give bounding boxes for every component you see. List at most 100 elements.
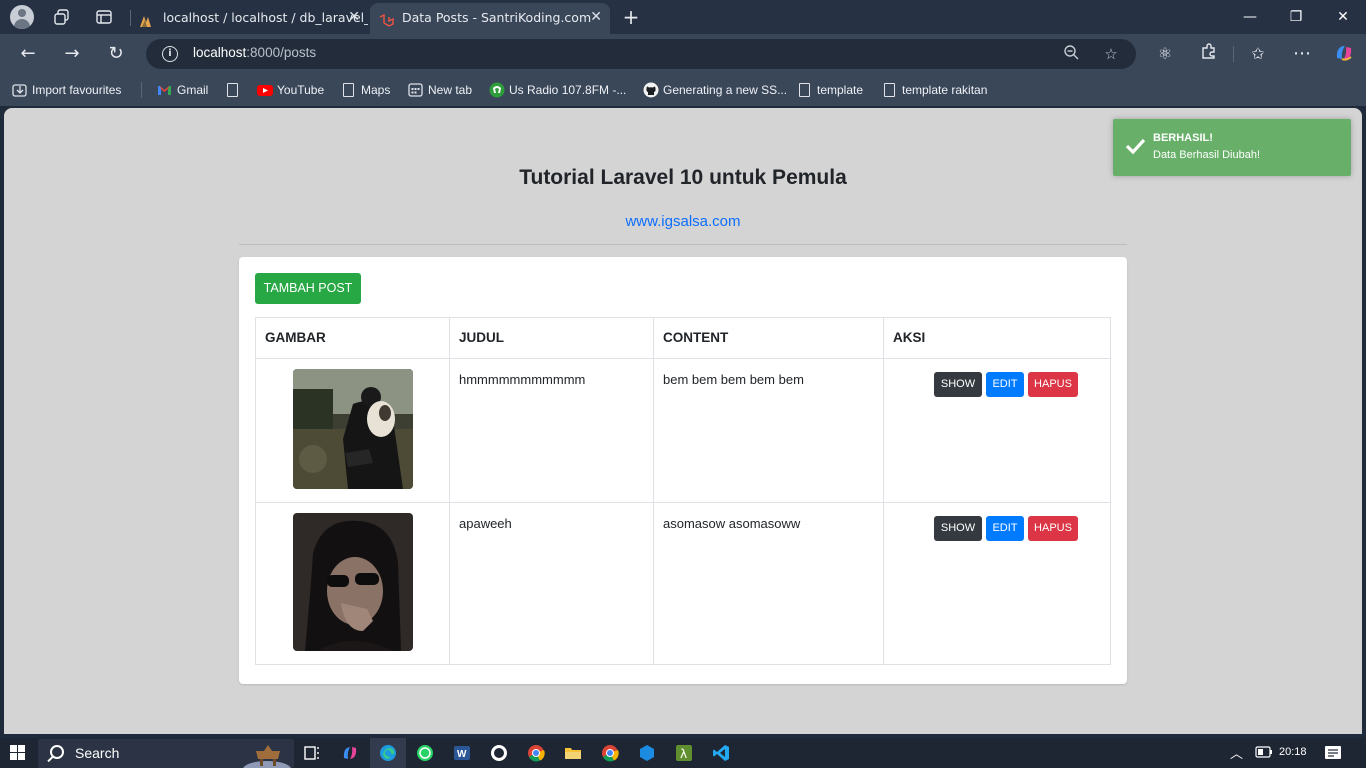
task-view-icon[interactable] — [303, 744, 321, 762]
page-icon — [884, 83, 895, 97]
judul-cell: hmmmmmmmmmmm — [449, 358, 654, 503]
notifications-icon[interactable] — [1324, 744, 1342, 765]
newtab-icon — [408, 82, 423, 98]
table-header-row: GAMBAR JUDUL CONTENT AKSI — [255, 317, 1111, 359]
github-desktop-icon[interactable] — [490, 744, 508, 762]
column-header-content: CONTENT — [653, 317, 884, 359]
page-icon — [343, 83, 354, 97]
table-row: hmmmmmmmmmmm bem bem bem bem bem SHOW ED… — [255, 358, 1111, 503]
search-icon — [50, 745, 64, 759]
column-header-judul: JUDUL — [449, 317, 654, 359]
url-text[interactable]: localhost:8000/posts — [193, 45, 316, 60]
youtube-icon — [257, 82, 273, 98]
content-cell: asomasow asomasoww — [653, 502, 884, 665]
windows-taskbar: Search W λ ︿ 20:18 — [0, 738, 1366, 768]
refresh-icon[interactable]: ↻ — [104, 42, 128, 66]
forward-icon[interactable]: → — [60, 42, 84, 66]
extension-atom-icon[interactable]: ⚛ — [1153, 42, 1177, 66]
workspaces-icon[interactable] — [53, 8, 71, 26]
vscode-icon[interactable] — [712, 744, 730, 762]
zoom-icon[interactable] — [1061, 44, 1081, 64]
table-row: apaweeh asomasow asomasoww SHOW EDIT HAP… — [255, 502, 1111, 665]
more-menu-icon[interactable]: ⋯ — [1290, 42, 1314, 66]
toast-message: Data Berhasil Diubah! — [1153, 149, 1261, 161]
favorites-icon[interactable]: ✩ — [1246, 42, 1270, 66]
delete-button[interactable]: HAPUS — [1028, 516, 1078, 541]
address-bar[interactable]: i localhost:8000/posts ☆ — [146, 39, 1136, 69]
image-cell — [255, 358, 450, 503]
tray-chevron-icon[interactable]: ︿ — [1230, 743, 1243, 762]
back-icon[interactable]: ← — [16, 42, 40, 66]
checkmark-icon — [1124, 135, 1146, 157]
radio-icon — [489, 82, 505, 98]
battery-icon[interactable] — [1255, 746, 1273, 761]
extensions-icon[interactable] — [1197, 42, 1221, 66]
close-tab-icon[interactable]: ✕ — [348, 3, 360, 32]
bookmark-new-tab[interactable]: New tab — [408, 82, 472, 98]
bookmark-import-favourites[interactable]: Import favourites — [12, 82, 121, 98]
new-tab-icon[interactable]: + — [622, 7, 640, 27]
column-header-aksi: AKSI — [883, 317, 1111, 359]
page-viewport: Tutorial Laravel 10 untuk Pemula www.igs… — [4, 108, 1362, 734]
browser-toolbar: ← → ↻ i localhost:8000/posts ☆ ⚛ ✩ ⋯ — [0, 34, 1366, 74]
add-post-button[interactable]: TAMBAH POST — [255, 273, 361, 304]
action-buttons: SHOW EDIT HAPUS — [893, 516, 1101, 542]
divider — [239, 244, 1127, 245]
taskbar-search[interactable]: Search — [38, 739, 294, 768]
bookmark-template[interactable]: template — [797, 82, 863, 98]
toolbar-separator — [1233, 46, 1234, 62]
tab-title: Data Posts - SantriKoding.com — [402, 10, 592, 25]
clock-time[interactable]: 20:18 — [1279, 746, 1307, 758]
delete-button[interactable]: HAPUS — [1028, 372, 1078, 397]
whatsapp-icon[interactable] — [416, 744, 434, 762]
page-icon — [799, 83, 810, 97]
github-icon — [643, 82, 659, 98]
search-label: Search — [75, 745, 120, 761]
lambda-app-icon[interactable]: λ — [675, 744, 693, 762]
show-button[interactable]: SHOW — [934, 372, 982, 397]
edge-icon[interactable] — [379, 744, 397, 762]
bookmark-separator — [141, 82, 142, 98]
profile-avatar[interactable] — [10, 5, 34, 29]
edit-button[interactable]: EDIT — [986, 516, 1024, 541]
restore-icon[interactable]: ❐ — [1273, 0, 1319, 34]
search-highlight-icon — [242, 739, 292, 768]
tab-data-posts[interactable]: Data Posts - SantriKoding.com ✕ — [370, 3, 610, 34]
image-cell — [255, 502, 450, 665]
svg-text:W: W — [457, 749, 467, 760]
close-window-icon[interactable]: ✕ — [1320, 0, 1366, 34]
bookmark-page[interactable] — [225, 82, 239, 98]
actions-cell: SHOW EDIT HAPUS — [883, 358, 1111, 503]
chrome-profile-icon[interactable] — [601, 744, 619, 762]
page-icon — [227, 83, 238, 97]
posts-table: GAMBAR JUDUL CONTENT AKSI hmmmmmmmmmmm b… — [255, 317, 1111, 665]
file-explorer-icon[interactable] — [564, 744, 582, 762]
judul-cell: apaweeh — [449, 502, 654, 665]
bookmark-gmail[interactable]: Gmail — [157, 82, 208, 98]
close-tab-icon[interactable]: ✕ — [590, 3, 602, 32]
copilot-icon[interactable] — [1332, 42, 1356, 66]
app-blue-icon[interactable] — [638, 744, 656, 762]
site-info-icon[interactable]: i — [162, 46, 178, 62]
site-link[interactable]: www.igsalsa.com — [4, 213, 1362, 230]
favorite-star-icon[interactable]: ☆ — [1101, 44, 1121, 64]
copilot-taskbar-icon[interactable] — [341, 744, 359, 762]
show-button[interactable]: SHOW — [934, 516, 982, 541]
toast-title: BERHASIL! — [1153, 132, 1213, 144]
bookmark-github-ssh[interactable]: Generating a new SS... — [643, 82, 787, 98]
windows-start-icon[interactable] — [10, 745, 26, 761]
column-header-gambar: GAMBAR — [255, 317, 450, 359]
laravel-icon — [378, 10, 394, 27]
bookmark-template-rakitan[interactable]: template rakitan — [882, 82, 987, 98]
bookmark-maps[interactable]: Maps — [341, 82, 390, 98]
bookmark-us-radio[interactable]: Us Radio 107.8FM -... — [489, 82, 626, 98]
tab-actions-icon[interactable] — [95, 8, 113, 26]
tab-phpmyadmin[interactable]: localhost / localhost / db_laravel_ ✕ — [131, 3, 368, 34]
bookmark-youtube[interactable]: YouTube — [257, 82, 324, 98]
minimize-icon[interactable]: — — [1227, 0, 1273, 34]
chrome-icon[interactable] — [527, 744, 545, 762]
edit-button[interactable]: EDIT — [986, 372, 1024, 397]
word-icon[interactable]: W — [453, 744, 471, 762]
import-icon — [12, 82, 27, 98]
success-toast[interactable]: BERHASIL! Data Berhasil Diubah! — [1113, 119, 1351, 176]
